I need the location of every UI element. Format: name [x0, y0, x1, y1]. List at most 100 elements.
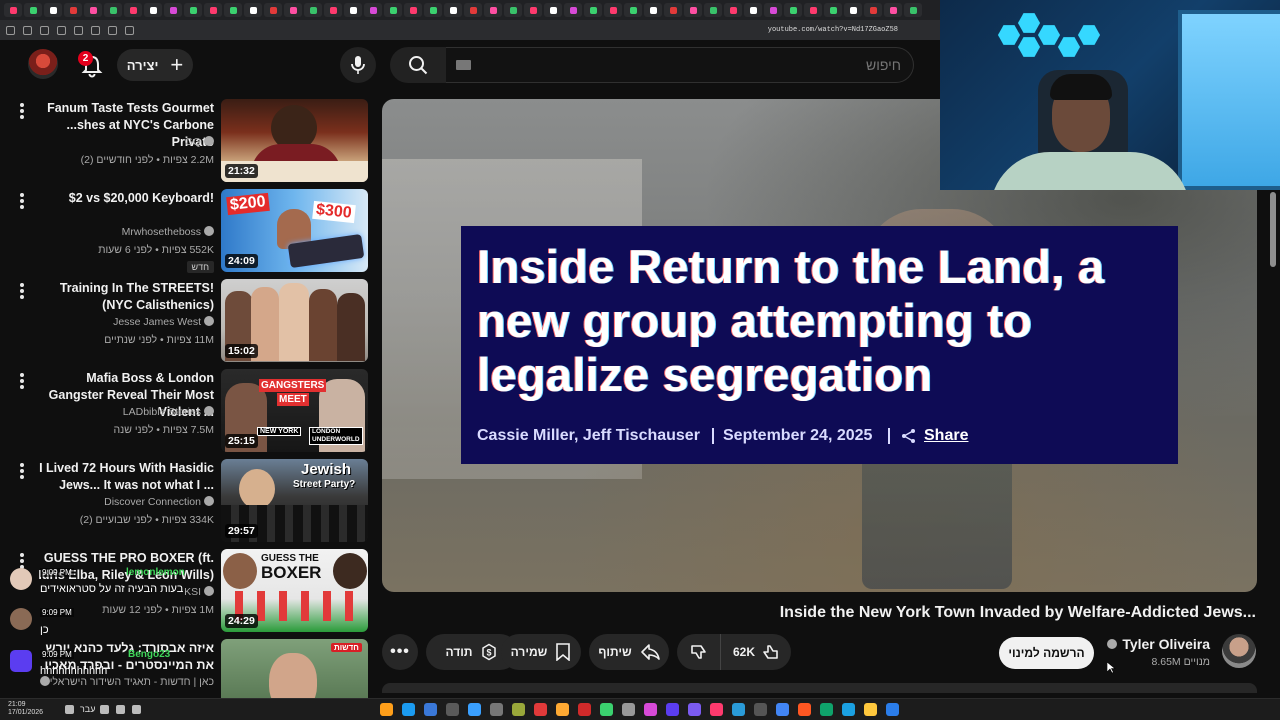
taskbar-app-icon[interactable]: [446, 703, 459, 716]
tabs-icon[interactable]: [91, 25, 100, 35]
browser-tab[interactable]: [304, 3, 322, 17]
save-button[interactable]: שמירה: [501, 634, 581, 670]
taskbar-app-icon[interactable]: [468, 703, 481, 716]
browser-tab[interactable]: [284, 3, 302, 17]
subscribe-button[interactable]: הרשמה למינוי: [999, 637, 1094, 669]
browser-tab[interactable]: [804, 3, 822, 17]
taskbar-app-icon[interactable]: [402, 703, 415, 716]
more-options-icon[interactable]: [17, 372, 27, 392]
address-bar[interactable]: youtube.com/watch?v=Nd17ZGaoZ58: [768, 26, 898, 34]
related-video-thumbnail[interactable]: 21:32: [221, 99, 368, 182]
tray-chevron-icon[interactable]: [65, 705, 74, 714]
browser-tab[interactable]: [404, 3, 422, 17]
browser-tab[interactable]: [724, 3, 742, 17]
browser-tab[interactable]: [784, 3, 802, 17]
taskbar-app-icon[interactable]: [776, 703, 789, 716]
related-video-channel[interactable]: LADbible Stories: [123, 406, 214, 418]
browser-tab[interactable]: [684, 3, 702, 17]
browser-tab[interactable]: [544, 3, 562, 17]
related-video-channel[interactable]: Jesse James West: [113, 316, 214, 328]
taskbar-app-icon[interactable]: [556, 703, 569, 716]
taskbar-app-icon[interactable]: [820, 703, 833, 716]
browser-tab[interactable]: [824, 3, 842, 17]
reload-icon[interactable]: [74, 25, 83, 35]
taskbar-app-icon[interactable]: [622, 703, 635, 716]
browser-tab[interactable]: [584, 3, 602, 17]
microphone-tray-icon[interactable]: [100, 705, 109, 714]
search-input[interactable]: [486, 48, 901, 82]
extension-icon[interactable]: [125, 25, 134, 35]
keyboard-icon[interactable]: [456, 60, 471, 70]
taskbar-app-icon[interactable]: [380, 703, 393, 716]
system-clock[interactable]: 21:09 17/01/2026: [8, 701, 43, 717]
channel-avatar[interactable]: [1222, 634, 1256, 668]
forward-icon[interactable]: [57, 25, 66, 35]
more-options-icon[interactable]: [17, 192, 27, 212]
browser-tab[interactable]: [424, 3, 442, 17]
like-button[interactable]: 62K: [721, 634, 791, 670]
more-actions-button[interactable]: •••: [382, 634, 418, 670]
more-options-icon[interactable]: [17, 282, 27, 302]
related-video-channel[interactable]: GQ: [185, 136, 214, 148]
taskbar-app-icon[interactable]: [512, 703, 525, 716]
browser-tab[interactable]: [644, 3, 662, 17]
related-video-item[interactable]: Training In The STREETS! (NYC Calistheni…: [0, 276, 372, 362]
browser-tab[interactable]: [604, 3, 622, 17]
browser-tab[interactable]: [24, 3, 42, 17]
browser-tab[interactable]: [64, 3, 82, 17]
related-video-thumbnail[interactable]: GUESS THE BOXER 24:29: [221, 549, 368, 632]
browser-tab[interactable]: [904, 3, 922, 17]
taskbar-app-icon[interactable]: [732, 703, 745, 716]
taskbar-app-icon[interactable]: [534, 703, 547, 716]
taskbar-app-icon[interactable]: [864, 703, 877, 716]
related-video-title[interactable]: $2 vs $20,000 Keyboard!: [34, 190, 214, 207]
search-button[interactable]: [390, 47, 446, 83]
browser-tab[interactable]: [4, 3, 22, 17]
browser-tab[interactable]: [84, 3, 102, 17]
related-video-thumbnail[interactable]: Jewish Street Party? 29:57: [221, 459, 368, 542]
related-video-thumbnail[interactable]: GANGSTERS MEET NEW YORK LONDON UNDERWORL…: [221, 369, 368, 452]
browser-tab[interactable]: [464, 3, 482, 17]
channel-name[interactable]: Tyler Oliveira: [1107, 636, 1210, 652]
related-video-thumbnail[interactable]: $200 $300 24:09: [221, 189, 368, 272]
browser-tab[interactable]: [164, 3, 182, 17]
scrollbar-thumb[interactable]: [1270, 192, 1276, 267]
more-options-icon[interactable]: [17, 102, 27, 122]
browser-tab[interactable]: [324, 3, 342, 17]
browser-tab[interactable]: [844, 3, 862, 17]
taskbar-app-icon[interactable]: [666, 703, 679, 716]
taskbar-app-icon[interactable]: [424, 703, 437, 716]
related-video-item[interactable]: $2 vs $20,000 Keyboard! Mrwhosetheboss 5…: [0, 186, 372, 273]
browser-tab[interactable]: [184, 3, 202, 17]
browser-tab[interactable]: [564, 3, 582, 17]
language-indicator[interactable]: עבר: [80, 704, 95, 714]
account-avatar[interactable]: [28, 49, 58, 79]
browser-tab[interactable]: [524, 3, 542, 17]
browser-tab[interactable]: [104, 3, 122, 17]
home-icon[interactable]: [108, 25, 117, 35]
taskbar-app-icon[interactable]: [600, 703, 613, 716]
share-button[interactable]: שיתוף: [589, 634, 669, 670]
browser-tab[interactable]: [224, 3, 242, 17]
browser-tab[interactable]: [364, 3, 382, 17]
search-box[interactable]: [446, 47, 914, 83]
related-video-item[interactable]: I Lived 72 Hours With Hasidic Jews... It…: [0, 456, 372, 542]
sidebar-icon[interactable]: [6, 25, 15, 35]
related-video-item[interactable]: Mafia Boss & London Gangster Reveal Thei…: [0, 366, 372, 452]
related-video-channel[interactable]: Discover Connection: [104, 496, 214, 508]
taskbar-app-icon[interactable]: [688, 703, 701, 716]
browser-tab[interactable]: [344, 3, 362, 17]
browser-tab[interactable]: [484, 3, 502, 17]
taskbar-app-icon[interactable]: [798, 703, 811, 716]
network-tray-icon[interactable]: [116, 705, 125, 714]
browser-tab[interactable]: [704, 3, 722, 17]
browser-tab[interactable]: [884, 3, 902, 17]
up-arrow-icon[interactable]: [132, 705, 141, 714]
browser-tab[interactable]: [244, 3, 262, 17]
related-video-title[interactable]: Training In The STREETS! (NYC Calistheni…: [34, 280, 214, 314]
browser-tab[interactable]: [744, 3, 762, 17]
browser-tab[interactable]: [144, 3, 162, 17]
back-icon[interactable]: [40, 25, 49, 35]
browser-tab[interactable]: [264, 3, 282, 17]
taskbar-app-icon[interactable]: [754, 703, 767, 716]
